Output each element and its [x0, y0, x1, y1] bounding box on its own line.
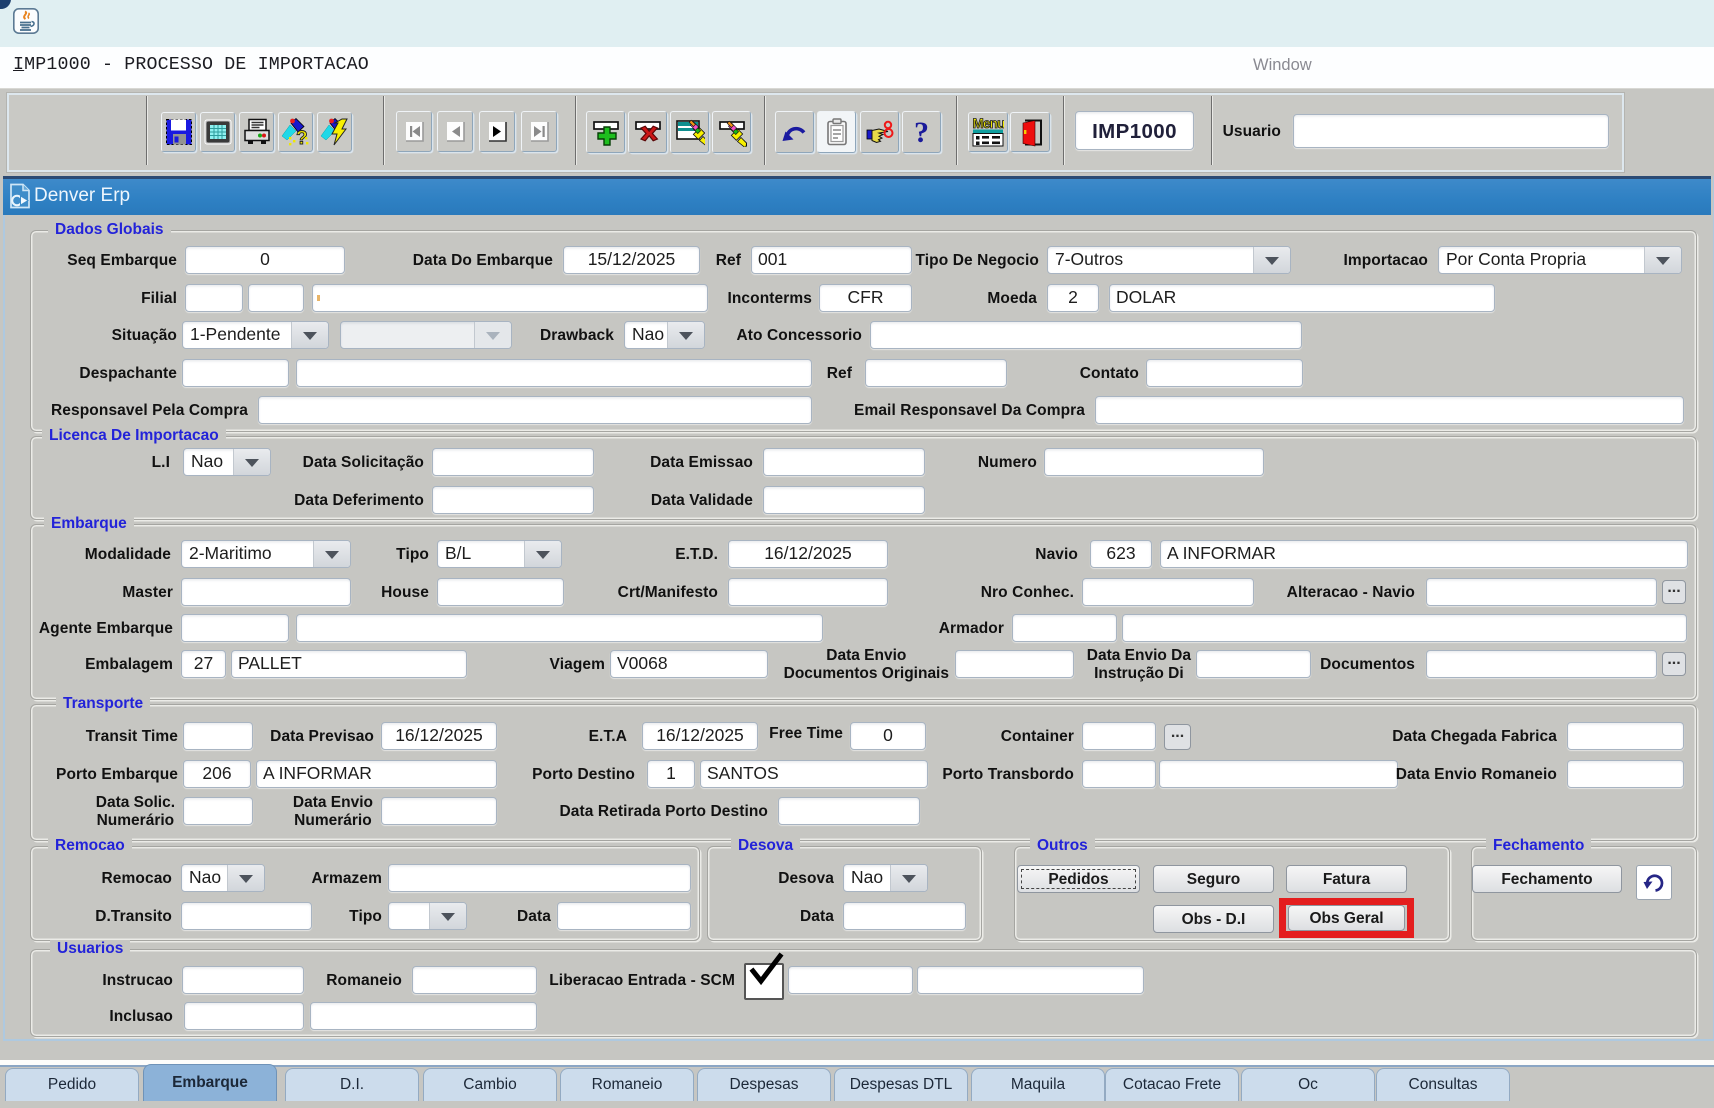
- svg-text:?: ?: [914, 117, 929, 147]
- svg-text:Menu: Menu: [973, 117, 1005, 131]
